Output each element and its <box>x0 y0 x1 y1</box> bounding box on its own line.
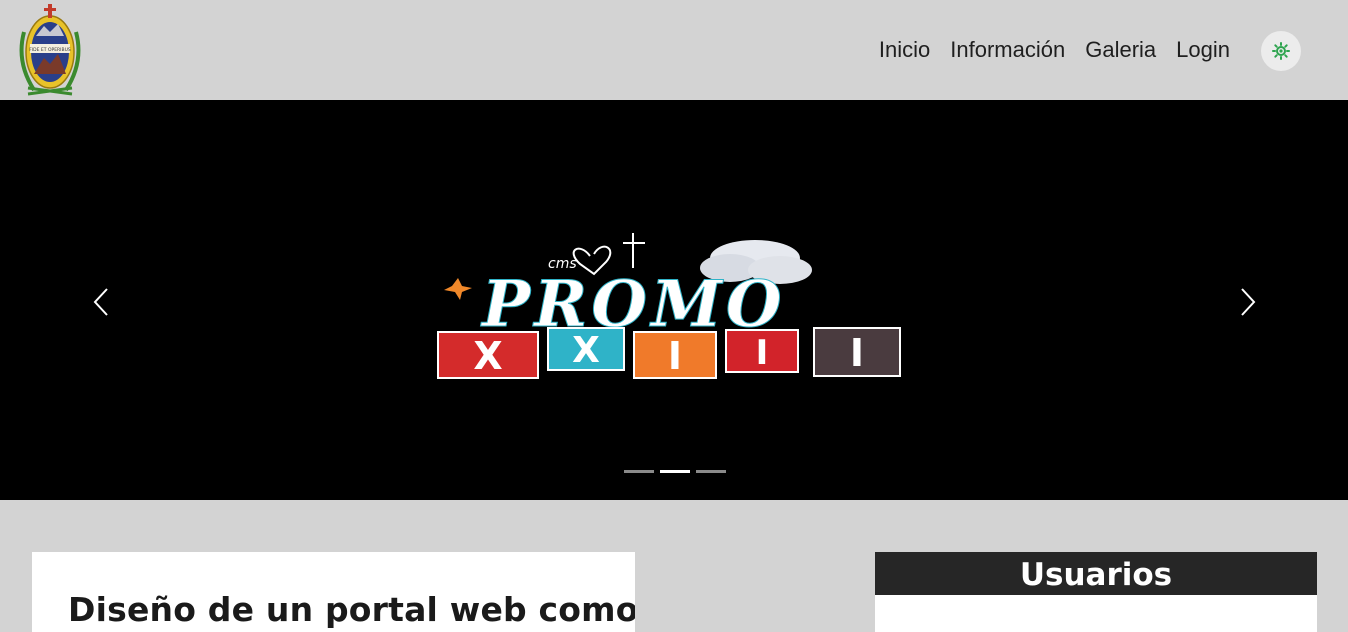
slide-tile-3: I <box>756 333 769 373</box>
article-card: Diseño de un portal web como <box>32 552 635 632</box>
carousel-prev-button[interactable] <box>89 286 113 318</box>
navbar: FIDE ET OPERIBUS Inicio Información Gale… <box>0 0 1348 100</box>
article-title: Diseño de un portal web como <box>68 590 635 629</box>
chevron-right-icon <box>1241 288 1256 316</box>
main-nav: Inicio Información Galeria Login <box>879 36 1230 64</box>
slide-tile-4: I <box>850 331 864 375</box>
theme-toggle-button[interactable] <box>1261 31 1301 71</box>
slide-tiles: X X I I I <box>437 327 901 379</box>
carousel-next-button[interactable] <box>1236 286 1260 318</box>
crest-motto: FIDE ET OPERIBUS <box>29 47 71 53</box>
slide-tile-1: X <box>572 330 600 371</box>
carousel-indicator-1[interactable] <box>624 470 654 473</box>
nav-link-informacion[interactable]: Información <box>950 36 1065 64</box>
carousel-indicators <box>624 470 726 473</box>
chevron-left-icon <box>93 288 108 316</box>
sun-gear-icon <box>1272 42 1290 60</box>
school-crest-logo[interactable]: FIDE ET OPERIBUS <box>14 2 86 98</box>
users-panel: Usuarios <box>875 552 1317 632</box>
slide-tile-0: X <box>473 334 502 378</box>
nav-link-inicio[interactable]: Inicio <box>879 36 930 64</box>
hero-carousel: cms PROMO X X I I I <box>0 100 1348 500</box>
nav-link-galeria[interactable]: Galeria <box>1085 36 1156 64</box>
users-panel-title: Usuarios <box>875 552 1317 595</box>
promo-slide-image: cms PROMO X X I I I <box>437 233 901 379</box>
nav-link-login[interactable]: Login <box>1176 36 1230 64</box>
carousel-indicator-3[interactable] <box>696 470 726 473</box>
slide-tile-2: I <box>668 334 682 378</box>
carousel-indicator-2[interactable] <box>660 470 690 473</box>
